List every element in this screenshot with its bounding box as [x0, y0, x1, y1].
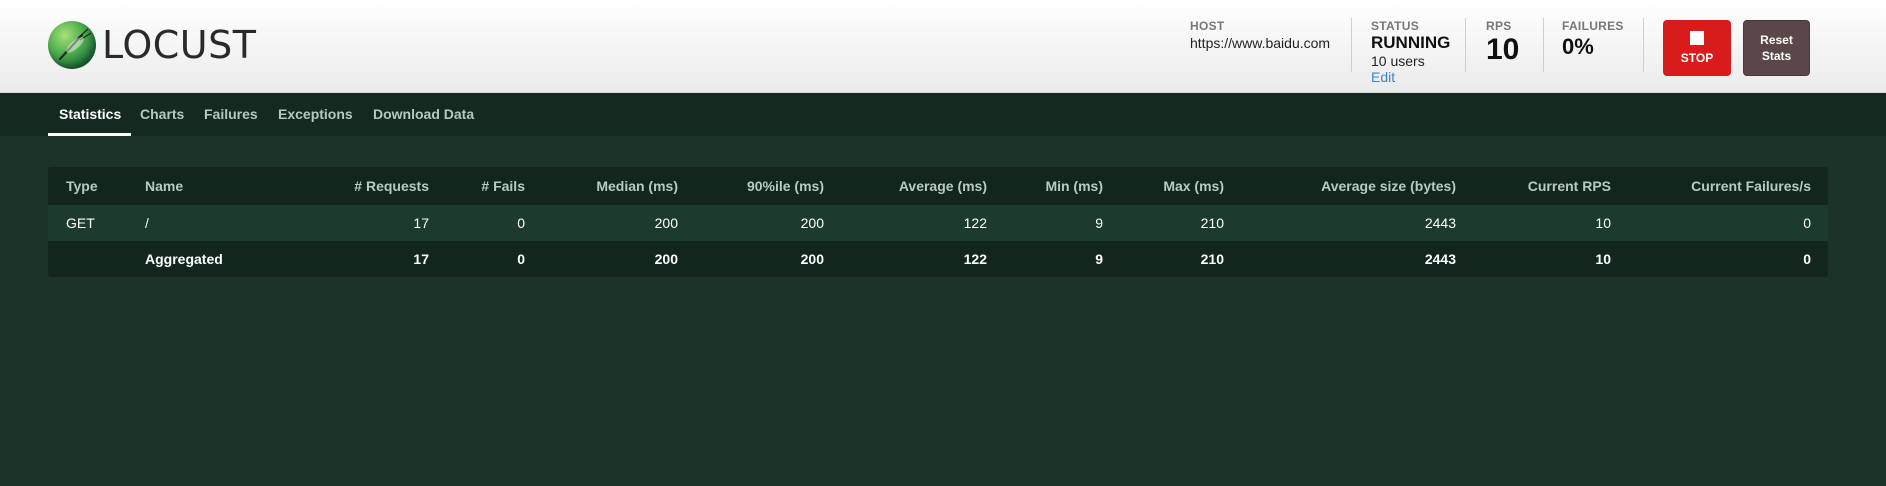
aggregated-row: Aggregated 17 0 200 200 122 9 210 2443 1… [48, 241, 1828, 277]
table-cell: 122 [963, 215, 987, 231]
table-cell: 0 [1803, 251, 1811, 267]
column-header[interactable]: Median (ms) [542, 167, 695, 205]
column-header[interactable]: # Requests [282, 167, 446, 205]
reset-stats-button[interactable]: Reset Stats [1743, 20, 1810, 76]
top-bar: LOCUST HOST https://www.baidu.com STATUS… [0, 0, 1886, 93]
table-cell: 122 [963, 251, 987, 267]
column-header[interactable]: Average size (bytes) [1241, 167, 1473, 205]
table-cell: 2443 [1424, 251, 1456, 267]
column-header[interactable]: # Fails [446, 167, 542, 205]
table-cell: 200 [654, 251, 678, 267]
status-value: RUNNING [1371, 33, 1451, 52]
logo-text: LOCUST [102, 23, 257, 67]
column-header[interactable]: Type [48, 167, 127, 205]
failures-value: 0% [1562, 34, 1594, 59]
locust-logo[interactable]: LOCUST [48, 21, 256, 69]
host-value: https://www.baidu.com [1190, 35, 1331, 51]
table-cell: 200 [800, 215, 824, 231]
column-header[interactable]: Current RPS [1473, 167, 1628, 205]
table-cell: 17 [413, 215, 429, 231]
tab-download-data[interactable]: Download Data [373, 93, 474, 136]
reset-stats-label: Reset Stats [1760, 33, 1793, 63]
table-cell: 200 [800, 251, 824, 267]
rps-value: 10 [1486, 33, 1520, 66]
table-row: GET / 17 0 200 200 122 9 210 2443 10 0 [48, 205, 1828, 241]
tab-charts[interactable]: Charts [140, 93, 184, 136]
locust-logo-icon [48, 21, 96, 69]
column-header[interactable]: Max (ms) [1120, 167, 1241, 205]
tab-failures[interactable]: Failures [204, 93, 258, 136]
column-header[interactable]: 90%ile (ms) [695, 167, 841, 205]
table-cell: 210 [1200, 215, 1224, 231]
table-cell: 200 [654, 215, 678, 231]
table-cell: GET [66, 215, 95, 231]
column-header[interactable]: Current Failures/s [1628, 167, 1828, 205]
table-cell: 10 [1595, 251, 1611, 267]
divider [1465, 18, 1466, 72]
table-cell: 0 [1803, 215, 1811, 231]
table-cell: 2443 [1424, 215, 1456, 231]
table-cell: 9 [1095, 215, 1103, 231]
status-label: STATUS [1371, 19, 1420, 33]
table-cell: 17 [413, 251, 429, 267]
statistics-table: Type Name # Requests # Fails Median (ms)… [48, 167, 1828, 277]
status-stat: STATUS RUNNING 10 users Edit [1371, 19, 1450, 87]
table-cell: Aggregated [145, 251, 223, 267]
table-cell: 10 [1595, 215, 1611, 231]
divider [1351, 18, 1352, 72]
divider [1543, 18, 1544, 72]
column-header[interactable]: Name [127, 167, 282, 205]
table-header-row: Type Name # Requests # Fails Median (ms)… [48, 167, 1828, 205]
tab-exceptions[interactable]: Exceptions [278, 93, 353, 136]
rps-stat: RPS 10 [1486, 19, 1519, 67]
host-stat: HOST https://www.baidu.com [1190, 19, 1330, 51]
edit-users-link[interactable]: Edit [1371, 69, 1395, 85]
tab-bar: Statistics Charts Failures Exceptions Do… [0, 93, 1886, 136]
table-cell: 9 [1095, 251, 1103, 267]
column-header[interactable]: Average (ms) [841, 167, 1004, 205]
table-cell: / [145, 215, 149, 231]
host-label: HOST [1190, 19, 1225, 33]
divider [1643, 18, 1644, 72]
column-header[interactable]: Min (ms) [1004, 167, 1120, 205]
rps-label: RPS [1486, 19, 1512, 33]
table-cell: 210 [1200, 251, 1224, 267]
failures-stat: FAILURES 0% [1562, 19, 1624, 61]
table-cell: 0 [517, 251, 525, 267]
failures-label: FAILURES [1562, 19, 1624, 33]
table-cell [48, 241, 127, 277]
user-count: 10 users [1371, 53, 1425, 69]
stop-label: STOP [1680, 51, 1714, 65]
table-cell: 0 [517, 215, 525, 231]
stop-icon [1690, 31, 1704, 45]
stop-button[interactable]: STOP [1663, 20, 1731, 76]
tab-statistics[interactable]: Statistics [47, 93, 132, 136]
